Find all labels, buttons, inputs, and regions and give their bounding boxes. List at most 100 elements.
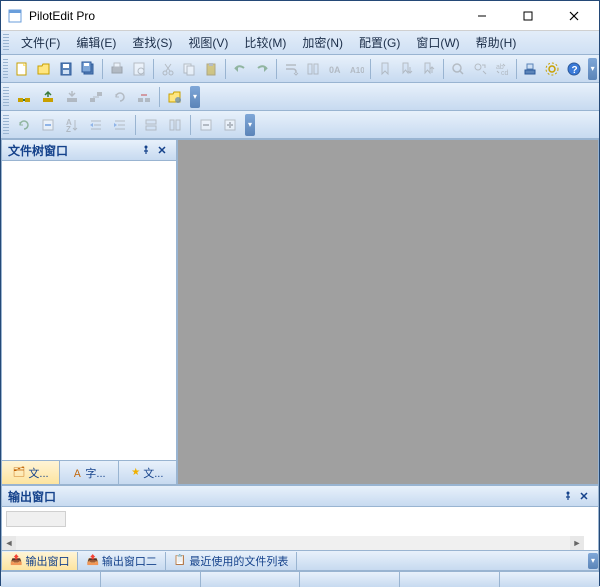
close-panel-icon[interactable]: ✕ [154,142,170,158]
expand-all-button[interactable] [219,114,241,136]
ftp-upload-button[interactable] [37,86,59,108]
print-preview-button[interactable] [129,58,149,80]
status-cell [1,572,101,587]
toolbar-handle[interactable] [3,115,9,135]
menu-config[interactable]: 配置(G) [351,32,408,53]
hex-mode-button[interactable]: 0A [325,58,345,80]
menu-edit[interactable]: 编辑(E) [68,32,124,53]
sort-button[interactable]: AZ [61,114,83,136]
word-wrap-button[interactable] [281,58,301,80]
menu-encrypt[interactable]: 加密(N) [294,32,351,53]
font-icon: Ａ [72,465,82,480]
find-button[interactable] [448,58,468,80]
tabstrip-overflow-button[interactable]: ▾ [588,553,598,569]
toolbar-overflow-button[interactable]: ▾ [245,114,255,136]
toolbar-handle[interactable] [3,59,8,79]
bookmark-button[interactable] [375,58,395,80]
encoding-button[interactable]: A10 [347,58,367,80]
menu-window[interactable]: 窗口(W) [408,32,467,53]
save-button[interactable] [56,58,76,80]
menu-search[interactable]: 查找(S) [124,32,180,53]
side-tab-favorites[interactable]: ★文... [119,461,176,484]
star-icon: ★ [131,467,140,478]
toolbar-separator [516,59,517,79]
find-next-button[interactable] [470,58,490,80]
tile-horizontal-button[interactable] [140,114,162,136]
replace-button[interactable]: abcd [492,58,512,80]
svg-text:Z: Z [66,125,71,133]
list-icon: 📋 [174,555,186,566]
svg-text:A10: A10 [350,66,364,75]
print-button[interactable] [107,58,127,80]
help-button[interactable]: ? [564,58,584,80]
column-mode-button[interactable] [303,58,323,80]
ftp-disconnect-button[interactable] [133,86,155,108]
ftp-browse-button[interactable] [164,86,186,108]
file-tree-body[interactable] [1,161,177,461]
close-button[interactable] [551,1,597,31]
file-tree-title: 文件树窗口 [8,142,68,159]
status-cell [500,572,599,587]
svg-text:cd: cd [501,70,509,77]
new-file-button[interactable] [12,58,32,80]
output-icon: 📤 [10,555,22,566]
tab-output-1[interactable]: 📤输出窗口 [2,552,78,570]
toolbar-overflow-button[interactable]: ▾ [588,58,597,80]
bookmark-next-button[interactable] [397,58,417,80]
copy-button[interactable] [179,58,199,80]
output-panel: 输出窗口 ✕ ◄ ► 📤输出窗口 📤输出窗口二 📋最近使用的文件列表 ▾ [1,485,599,571]
menubar-handle[interactable] [3,34,9,52]
menu-file[interactable]: 文件(F) [13,32,68,53]
toolbar-ftp: ▾ [1,83,599,111]
toolbar-separator [135,115,136,135]
ftp-connect-button[interactable] [13,86,35,108]
toolbar-handle[interactable] [3,87,9,107]
status-cell [400,572,500,587]
settings-button[interactable] [542,58,562,80]
statusbar [1,571,599,587]
maximize-button[interactable] [505,1,551,31]
menu-view[interactable]: 视图(V) [180,32,236,53]
menu-compare[interactable]: 比较(M) [236,32,294,53]
output-body[interactable]: ◄ ► [1,507,599,551]
tab-output-2[interactable]: 📤输出窗口二 [78,552,165,570]
collapse-all-button[interactable] [195,114,217,136]
svg-text:?: ? [572,65,578,76]
tab-recent-files[interactable]: 📋最近使用的文件列表 [166,552,297,570]
cut-button[interactable] [158,58,178,80]
horizontal-scrollbar[interactable]: ◄ ► [2,536,584,550]
undo-button[interactable] [230,58,250,80]
goto-button[interactable] [37,114,59,136]
paste-button[interactable] [201,58,221,80]
app-icon [7,8,23,24]
toolbar-separator [276,59,277,79]
pin-icon[interactable] [138,142,154,158]
ftp-refresh-button[interactable] [109,86,131,108]
tree-icon: 🗂 [13,467,26,478]
status-cell [201,572,301,587]
scroll-left-icon[interactable]: ◄ [2,536,16,550]
menu-help[interactable]: 帮助(H) [468,32,525,53]
close-panel-icon[interactable]: ✕ [576,488,592,504]
side-tab-files[interactable]: 🗂文... [2,461,60,484]
work-area: 文件树窗口 ✕ 🗂文... Ａ字... ★文... [1,139,599,485]
side-tabstrip: 🗂文... Ａ字... ★文... [1,461,177,485]
refresh-button[interactable] [13,114,35,136]
side-tab-font[interactable]: Ａ字... [60,461,118,484]
editor-area[interactable] [177,139,599,485]
save-all-button[interactable] [78,58,98,80]
toolbar-overflow-button[interactable]: ▾ [190,86,200,108]
indent-button[interactable] [85,114,107,136]
open-file-button[interactable] [34,58,54,80]
pin-icon[interactable] [560,488,576,504]
ftp-sync-button[interactable] [85,86,107,108]
output-icon: 📤 [86,555,98,566]
bookmark-prev-button[interactable] [419,58,439,80]
redo-button[interactable] [252,58,272,80]
minimize-button[interactable] [459,1,505,31]
ftp-button[interactable] [520,58,540,80]
outdent-button[interactable] [109,114,131,136]
scroll-right-icon[interactable]: ► [570,536,584,550]
tile-vertical-button[interactable] [164,114,186,136]
ftp-download-button[interactable] [61,86,83,108]
